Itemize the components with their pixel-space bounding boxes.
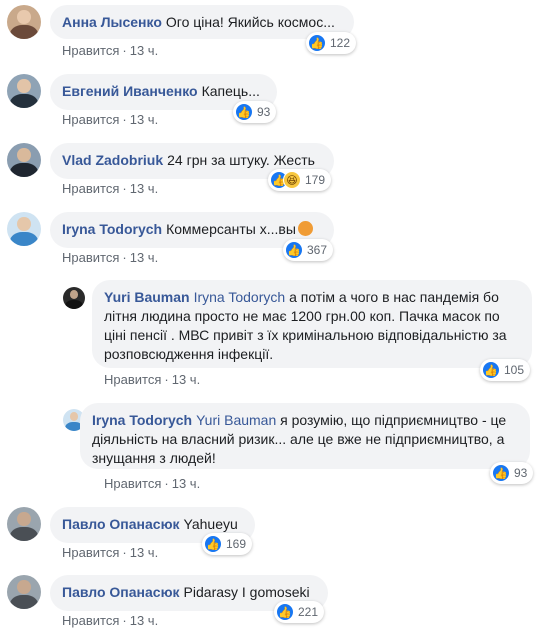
reaction-count: 122 xyxy=(330,36,351,50)
like-icon: 👍 xyxy=(482,361,500,379)
reactions-summary[interactable]: 👍 105 xyxy=(480,359,531,381)
like-link[interactable]: Нравится xyxy=(62,112,119,127)
comment-meta: Нравится · 13 ч. xyxy=(62,112,159,127)
comment-meta: Нравится · 13 ч. xyxy=(62,181,159,196)
comment-timestamp[interactable]: 13 ч. xyxy=(130,43,158,58)
comment-timestamp[interactable]: 13 ч. xyxy=(130,112,158,127)
comment-author[interactable]: Vlad Zadobriuk xyxy=(62,152,163,168)
comment-timestamp[interactable]: 13 ч. xyxy=(130,545,158,560)
avatar[interactable] xyxy=(7,212,41,246)
comment-text: Pidarasy I gomoseki xyxy=(183,584,310,600)
comment-bubble: Yuri Bauman Iryna Todorych а потім а чого… xyxy=(92,280,532,368)
like-link[interactable]: Нравится xyxy=(62,43,119,58)
reactions-summary[interactable]: 👍 221 xyxy=(274,601,325,623)
comment-text: Капець... xyxy=(201,83,260,99)
like-icon: 👍 xyxy=(235,103,253,121)
comment-bubble: Iryna Todorych Yuri Bauman я розумію, що … xyxy=(80,403,530,469)
reaction-count: 93 xyxy=(257,105,271,119)
avatar[interactable] xyxy=(7,575,41,609)
comment-meta: Нравится · 13 ч. xyxy=(62,545,159,560)
reactions-summary[interactable]: 👍 93 xyxy=(490,462,534,484)
reaction-count: 169 xyxy=(226,537,247,551)
reaction-count: 179 xyxy=(305,173,326,187)
comment-author[interactable]: Iryna Todorych xyxy=(92,412,192,428)
comment-author[interactable]: Iryna Todorych xyxy=(62,221,162,237)
comment-meta: Нравится · 13 ч. xyxy=(62,250,159,265)
comment-text: Yahueyu xyxy=(183,516,238,532)
comment-author[interactable]: Павло Опанасюк xyxy=(62,516,180,532)
comment-meta: Нравится · 13 ч. xyxy=(62,43,159,58)
reactions-summary[interactable]: 👍 367 xyxy=(283,239,334,261)
reactions-summary[interactable]: 👍 169 xyxy=(202,533,253,555)
like-link[interactable]: Нравится xyxy=(62,545,119,560)
comment-meta: Нравится · 13 ч. xyxy=(62,613,159,628)
comment-author[interactable]: Евгений Иванченко xyxy=(62,83,198,99)
reaction-count: 105 xyxy=(504,363,525,377)
comment-text: 24 грн за штуку. Жесть xyxy=(167,152,315,168)
comment-timestamp[interactable]: 13 ч. xyxy=(172,476,200,491)
haha-icon: 😆 xyxy=(283,171,301,189)
like-icon: 👍 xyxy=(285,241,303,259)
avatar[interactable] xyxy=(63,287,85,309)
comment-timestamp[interactable]: 13 ч. xyxy=(172,372,200,387)
like-icon: 👍 xyxy=(308,34,326,52)
reactions-summary[interactable]: 👍 122 xyxy=(306,32,357,54)
mention-link[interactable]: Yuri Bauman xyxy=(196,412,276,428)
reactions-summary[interactable]: 👍 😆 179 xyxy=(268,169,332,191)
comment-author[interactable]: Анна Лысенко xyxy=(62,14,162,30)
like-link[interactable]: Нравится xyxy=(62,613,119,628)
like-link[interactable]: Нравится xyxy=(104,476,161,491)
angry-face-emoji xyxy=(297,221,313,236)
comment-text: Ого ціна! Якийсь космос... xyxy=(165,14,335,30)
avatar[interactable] xyxy=(7,143,41,177)
comment-author[interactable]: Павло Опанасюк xyxy=(62,584,180,600)
comment-timestamp[interactable]: 13 ч. xyxy=(130,613,158,628)
comment-author[interactable]: Yuri Bauman xyxy=(104,289,190,305)
like-icon: 👍 xyxy=(276,603,294,621)
reaction-count: 93 xyxy=(514,466,528,480)
comment-timestamp[interactable]: 13 ч. xyxy=(130,181,158,196)
comment-timestamp[interactable]: 13 ч. xyxy=(130,250,158,265)
like-icon: 👍 xyxy=(204,535,222,553)
reaction-count: 367 xyxy=(307,243,328,257)
comment-bubble: Анна Лысенко Ого ціна! Якийсь космос... xyxy=(50,5,354,39)
comment-meta: Нравится · 13 ч. xyxy=(104,372,201,387)
like-link[interactable]: Нравится xyxy=(62,250,119,265)
mention-link[interactable]: Iryna Todorych xyxy=(194,289,286,305)
reaction-count: 221 xyxy=(298,605,319,619)
like-link[interactable]: Нравится xyxy=(62,181,119,196)
comment-text: Коммерсанты х...вы xyxy=(166,221,296,237)
reactions-summary[interactable]: 👍 93 xyxy=(233,101,277,123)
comment-meta: Нравится · 13 ч. xyxy=(104,476,201,491)
avatar[interactable] xyxy=(7,74,41,108)
avatar[interactable] xyxy=(7,507,41,541)
avatar[interactable] xyxy=(7,5,41,39)
like-link[interactable]: Нравится xyxy=(104,372,161,387)
like-icon: 👍 xyxy=(492,464,510,482)
